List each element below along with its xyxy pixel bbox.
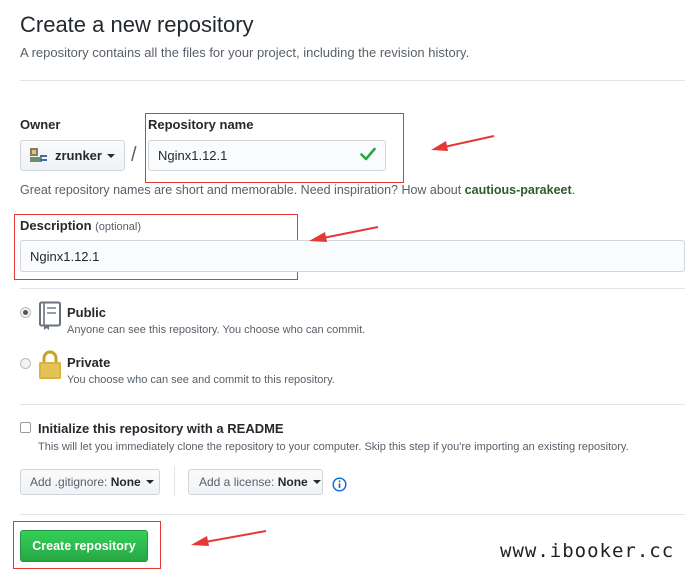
divider (20, 288, 685, 289)
owner-label: Owner (20, 117, 61, 132)
owner-name: zrunker (55, 148, 102, 163)
chevron-down-icon (312, 480, 321, 484)
divider (20, 404, 685, 405)
gitignore-label: Add .gitignore: (30, 475, 108, 489)
watermark: www.ibooker.cc (500, 540, 675, 562)
info-icon[interactable] (332, 477, 347, 497)
checkmark-icon (360, 147, 376, 166)
chevron-down-icon (106, 153, 115, 158)
select-divider (174, 466, 175, 496)
description-input[interactable]: Nginx1.12.1 (20, 240, 685, 272)
gitignore-select[interactable]: Add .gitignore: None (20, 469, 160, 495)
create-repository-button[interactable]: Create repository (20, 530, 148, 562)
readme-note: This will let you immediately clone the … (38, 441, 629, 453)
annotation-arrow (191, 530, 267, 546)
owner-avatar-icon (29, 147, 49, 165)
chevron-down-icon (145, 480, 154, 484)
license-value: None (277, 475, 308, 489)
repo-name-label: Repository name (148, 117, 254, 132)
owner-select[interactable]: zrunker (20, 140, 125, 171)
gitignore-value: None (110, 475, 141, 489)
private-radio[interactable] (20, 358, 31, 369)
repo-book-icon (38, 301, 62, 336)
public-label: Public (67, 305, 107, 320)
optional-tag: (optional) (95, 221, 141, 233)
annotation-arrow (309, 226, 379, 242)
hint-text: Great repository names are short and mem… (20, 183, 465, 197)
description-value: Nginx1.12.1 (30, 248, 100, 264)
license-select[interactable]: Add a license: None (188, 469, 323, 495)
page-subtitle: A repository contains all the files for … (20, 45, 470, 60)
description-label: Description (optional) (20, 218, 141, 233)
repo-name-hint: Great repository names are short and mem… (20, 183, 575, 197)
private-label: Private (67, 355, 111, 370)
hint-suffix: . (571, 183, 576, 197)
description-label-text: Description (20, 218, 92, 233)
readme-checkbox[interactable] (20, 422, 31, 433)
license-label: Add a license: (199, 475, 275, 489)
public-radio[interactable] (20, 307, 31, 318)
public-note: Anyone can see this repository. You choo… (67, 324, 366, 336)
annotation-arrow (431, 135, 495, 151)
readme-label: Initialize this repository with a README (38, 421, 284, 436)
lock-icon (38, 350, 62, 385)
suggestion-link[interactable]: cautious-parakeet (465, 183, 572, 197)
repo-name-input[interactable]: Nginx1.12.1 (148, 140, 386, 171)
owner-repo-separator: / (131, 144, 137, 166)
private-note: You choose who can see and commit to thi… (67, 374, 335, 386)
page-title: Create a new repository (20, 12, 254, 37)
radio-selected-dot (23, 310, 28, 315)
divider (20, 514, 685, 515)
repo-name-value: Nginx1.12.1 (158, 148, 228, 163)
divider (20, 80, 685, 81)
